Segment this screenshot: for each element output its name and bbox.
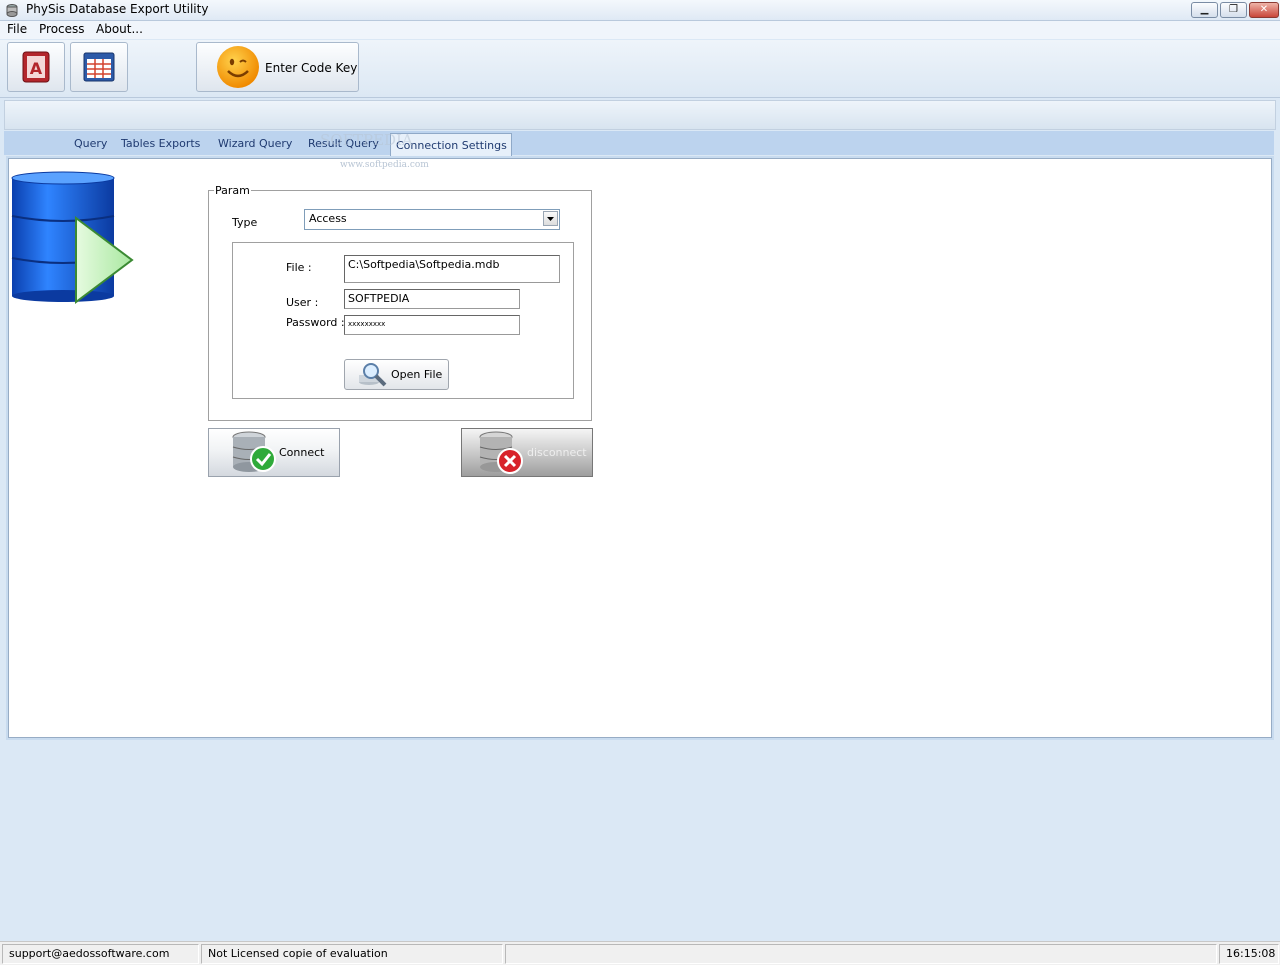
- tab-wizard-query[interactable]: Wizard Query: [218, 137, 292, 150]
- close-button[interactable]: ✕: [1249, 2, 1279, 18]
- minimize-button[interactable]: ▁: [1191, 2, 1218, 18]
- file-label: File :: [286, 261, 312, 274]
- app-icon: [6, 4, 18, 17]
- status-email: support@aedossoftware.com: [9, 947, 170, 960]
- minimize-icon: ▁: [1200, 4, 1209, 15]
- param-legend: Param: [214, 184, 251, 197]
- menu-about[interactable]: About...: [96, 22, 143, 36]
- password-input[interactable]: xxxxxxxxx: [344, 315, 520, 335]
- smiley-icon: [217, 46, 259, 88]
- menu-process[interactable]: Process: [39, 22, 85, 36]
- user-input[interactable]: SOFTPEDIA: [344, 289, 520, 309]
- magnifier-database-icon: [359, 363, 387, 387]
- file-input[interactable]: C:\Softpedia\Softpedia.mdb: [344, 255, 560, 283]
- type-select[interactable]: Access: [304, 209, 560, 230]
- access-icon: A: [22, 51, 50, 83]
- status-time: 16:15:08: [1226, 947, 1276, 960]
- tab-strip: Query Tables Exports Wizard Query Result…: [4, 131, 1274, 156]
- table-export-button[interactable]: [70, 42, 128, 92]
- disconnect-database-icon: [479, 431, 523, 474]
- user-input-value: SOFTPEDIA: [348, 292, 410, 305]
- watermark-brand: SOFTPEDIA: [320, 131, 413, 149]
- close-icon: ✕: [1259, 4, 1269, 15]
- database-icon: [11, 171, 134, 304]
- status-email-panel: support@aedossoftware.com: [2, 944, 199, 964]
- restore-button[interactable]: ❐: [1220, 2, 1247, 18]
- toolbar: A Enter Code Key: [0, 40, 1280, 98]
- access-export-button[interactable]: A: [7, 42, 65, 92]
- connect-database-icon: [232, 431, 276, 472]
- open-file-button[interactable]: Open File: [344, 359, 449, 390]
- disconnect-label: disconnect: [527, 446, 587, 459]
- status-license-panel: Not Licensed copie of evaluation: [201, 944, 503, 964]
- tab-tables-exports[interactable]: Tables Exports: [121, 137, 200, 150]
- password-label: Password :: [286, 316, 345, 329]
- restore-icon: ❐: [1229, 4, 1238, 15]
- status-license: Not Licensed copie of evaluation: [208, 947, 388, 960]
- connect-label: Connect: [279, 446, 325, 459]
- type-label: Type: [232, 216, 258, 229]
- chevron-down-icon[interactable]: [543, 211, 558, 226]
- watermark-url: www.softpedia.com: [340, 160, 429, 170]
- svg-text:A: A: [30, 59, 43, 78]
- enter-code-key-label: Enter Code Key: [265, 61, 358, 75]
- file-input-value: C:\Softpedia\Softpedia.mdb: [348, 258, 500, 271]
- type-select-value: Access: [309, 212, 347, 225]
- disconnect-button[interactable]: disconnect: [461, 428, 593, 477]
- window-title: PhySis Database Export Utility: [26, 2, 209, 16]
- table-icon: [83, 52, 115, 82]
- status-empty-panel: [505, 944, 1217, 964]
- menu-bar: File Process About...: [0, 21, 1280, 39]
- title-bar: PhySis Database Export Utility ▁ ❐ ✕: [0, 0, 1280, 21]
- status-bar: support@aedossoftware.com Not Licensed c…: [0, 941, 1280, 965]
- tab-query[interactable]: Query: [74, 137, 107, 150]
- status-time-panel: 16:15:08: [1219, 944, 1279, 964]
- user-label: User :: [286, 296, 319, 309]
- connect-button[interactable]: Connect: [208, 428, 340, 477]
- open-file-label: Open File: [391, 368, 443, 381]
- menu-file[interactable]: File: [7, 22, 27, 36]
- enter-code-key-button[interactable]: Enter Code Key: [196, 42, 359, 92]
- password-input-value: xxxxxxxxx: [348, 320, 386, 328]
- info-band: [4, 100, 1276, 130]
- connection-settings-panel: [8, 158, 1272, 738]
